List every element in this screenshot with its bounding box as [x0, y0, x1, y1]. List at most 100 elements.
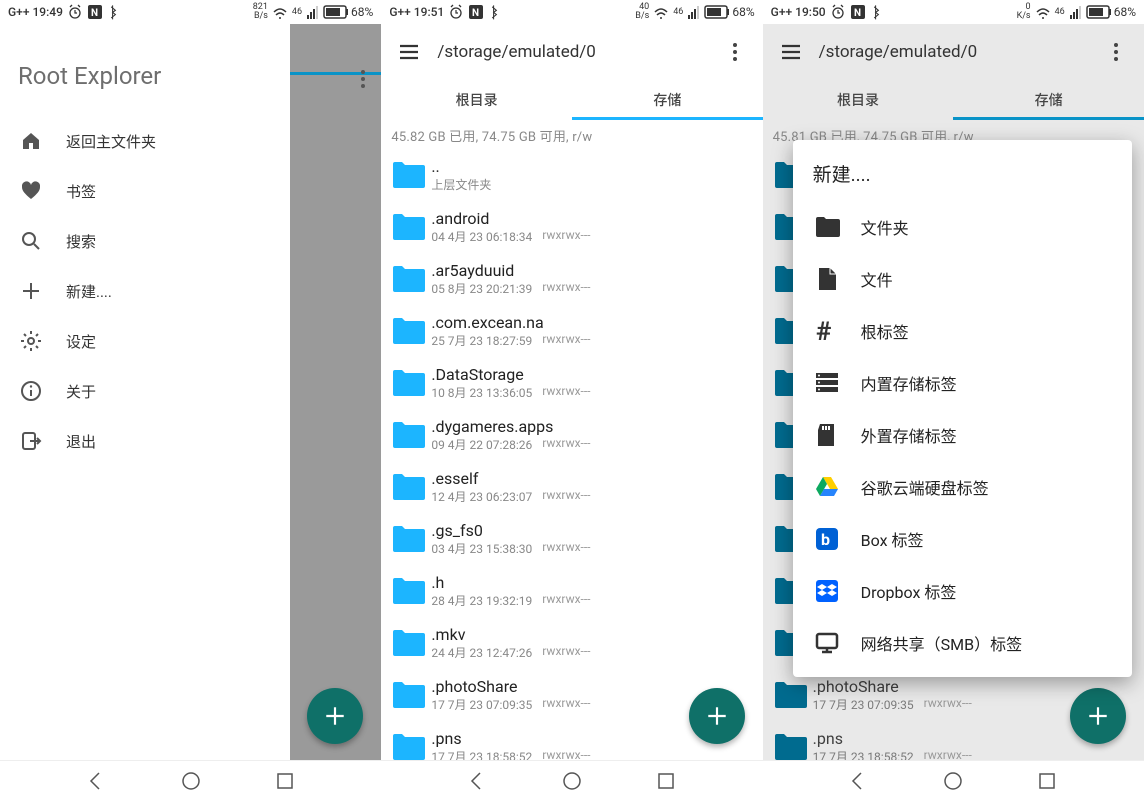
tab-root[interactable]: 根目录: [381, 80, 572, 120]
popup-item[interactable]: 谷歌云端硬盘标签: [793, 461, 1132, 513]
file-row[interactable]: .android 04 4月 23 06:18:34rwxrwx---: [381, 201, 762, 253]
nfc-icon: [468, 4, 484, 20]
new-popup: 新建.... 文件夹文件根标签内置存储标签外置存储标签谷歌云端硬盘标签 Box 标…: [793, 140, 1132, 677]
file-date: 17 7月 23 07:09:35: [431, 696, 532, 713]
file-row[interactable]: .ar5ayduuid 05 8月 23 20:21:39rwxrwx---: [381, 253, 762, 305]
popup-item[interactable]: Dropbox 标签: [793, 565, 1132, 617]
nav-back[interactable]: [847, 769, 871, 793]
popup-title: 新建....: [793, 152, 1132, 201]
drawer-item[interactable]: 退出: [0, 416, 290, 466]
battery-icon: [323, 5, 349, 19]
file-name: .h: [431, 573, 756, 592]
menu-icon: [779, 40, 803, 64]
dropbox-icon: [813, 577, 841, 605]
file-icon: [813, 265, 841, 293]
file-date: 24 4月 23 12:47:26: [431, 644, 532, 661]
folder-icon: [387, 621, 431, 665]
file-perm: rwxrwx---: [542, 436, 590, 453]
drawer-item[interactable]: 关于: [0, 366, 290, 416]
alarm-icon: [67, 4, 83, 20]
popup-item[interactable]: 网络共享（SMB）标签: [793, 617, 1132, 669]
nav-home[interactable]: [560, 769, 584, 793]
file-name: .dygameres.apps: [431, 417, 756, 436]
nav-back[interactable]: [85, 769, 109, 793]
drawer-item[interactable]: 返回主文件夹: [0, 116, 290, 166]
drawer-item-label: 设定: [66, 331, 96, 352]
bluetooth-icon: [488, 4, 502, 20]
nav-home[interactable]: [941, 769, 965, 793]
menu-icon: [397, 40, 421, 64]
popup-item-label: 谷歌云端硬盘标签: [861, 475, 989, 499]
storage-info: 45.82 GB 已用, 74.75 GB 可用, r/w: [381, 120, 762, 149]
file-date: 28 4月 23 19:32:19: [431, 592, 532, 609]
folder-icon: [387, 673, 431, 717]
parent-row[interactable]: ..上层文件夹: [381, 149, 762, 201]
nav-recent[interactable]: [1035, 769, 1059, 793]
parent-label: 上层文件夹: [431, 176, 491, 193]
nav-recent[interactable]: [273, 769, 297, 793]
file-perm: rwxrwx---: [542, 696, 590, 713]
fab-add[interactable]: [307, 688, 363, 744]
folder-icon: [387, 257, 431, 301]
popup-item[interactable]: 内置存储标签: [793, 357, 1132, 409]
file-row[interactable]: .com.excean.na 25 7月 23 18:27:59rwxrwx--…: [381, 305, 762, 357]
overflow-menu-button[interactable]: [715, 32, 755, 72]
hamburger-button[interactable]: [389, 32, 429, 72]
popup-item[interactable]: 文件夹: [793, 201, 1132, 253]
nav-home[interactable]: [179, 769, 203, 793]
status-time: G++ 19:49: [8, 5, 63, 19]
file-name: .esself: [431, 469, 756, 488]
fab-add[interactable]: [1070, 688, 1126, 744]
popup-item[interactable]: 外置存储标签: [793, 409, 1132, 461]
file-date: 03 4月 23 15:38:30: [431, 540, 532, 557]
file-perm: rwxrwx---: [924, 696, 972, 713]
file-row[interactable]: .mkv 24 4月 23 12:47:26rwxrwx---: [381, 617, 762, 669]
path-title: /storage/emulated/0: [811, 42, 1096, 62]
popup-item-label: 文件夹: [861, 215, 909, 239]
file-name: .gs_fs0: [431, 521, 756, 540]
drawer-backdrop[interactable]: [290, 24, 381, 760]
tab-storage[interactable]: 存储: [572, 80, 763, 120]
file-row[interactable]: .dygameres.apps 09 4月 22 07:28:26rwxrwx-…: [381, 409, 762, 461]
screen-drawer: G++ 19:49 821B/s 46 68% Root Ex: [0, 0, 381, 800]
drawer-item[interactable]: 设定: [0, 316, 290, 366]
popup-item-label: 根标签: [861, 319, 909, 343]
popup-item[interactable]: 文件: [793, 253, 1132, 305]
heart-icon: [20, 180, 42, 202]
file-row[interactable]: .esself 12 4月 23 06:23:07rwxrwx---: [381, 461, 762, 513]
fab-add[interactable]: [689, 688, 745, 744]
nav-back[interactable]: [466, 769, 490, 793]
drawer-item[interactable]: 搜索: [0, 216, 290, 266]
folder-icon: [387, 465, 431, 509]
file-row[interactable]: .DataStorage 10 8月 23 13:36:05 rwxrwx---: [381, 357, 762, 409]
hamburger-button[interactable]: [771, 32, 811, 72]
popup-item-label: 内置存储标签: [861, 371, 957, 395]
wifi-icon: [1035, 4, 1051, 20]
file-perm: rwxrwx---: [542, 384, 590, 401]
android-navbar: [381, 760, 762, 800]
overflow-menu-button[interactable]: [1096, 32, 1136, 72]
file-row[interactable]: .h 28 4月 23 19:32:19rwxrwx---: [381, 565, 762, 617]
drawer-item[interactable]: 书签: [0, 166, 290, 216]
plus-icon: [1086, 704, 1110, 728]
tab-root[interactable]: 根目录: [763, 80, 954, 120]
popup-item[interactable]: Box 标签: [793, 513, 1132, 565]
appbar: /storage/emulated/0: [763, 24, 1144, 80]
overflow-menu-button[interactable]: [361, 70, 365, 88]
plus-icon: [705, 704, 729, 728]
gear-icon: [20, 330, 42, 352]
nav-recent[interactable]: [654, 769, 678, 793]
tab-storage[interactable]: 存储: [953, 80, 1144, 120]
file-date: 10 8月 23 13:36:05: [431, 384, 532, 401]
box-icon: [813, 525, 841, 553]
file-name: .ar5ayduuid: [431, 261, 756, 280]
status-time: G++ 19:51: [389, 5, 444, 19]
popup-item[interactable]: 根标签: [793, 305, 1132, 357]
file-row[interactable]: .gs_fs0 03 4月 23 15:38:30rwxrwx---: [381, 513, 762, 565]
file-perm: rwxrwx---: [542, 644, 590, 661]
plus-icon: [20, 280, 42, 302]
sd-icon: [813, 421, 841, 449]
drawer-item[interactable]: 新建....: [0, 266, 290, 316]
appbar: /storage/emulated/0: [381, 24, 762, 80]
file-name: .DataStorage: [431, 365, 756, 384]
